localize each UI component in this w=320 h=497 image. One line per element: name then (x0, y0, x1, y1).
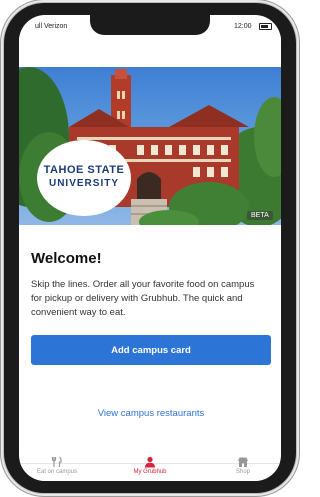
welcome-description: Skip the lines. Order all your favorite … (31, 279, 255, 318)
phone-screen: ull Verizon 12:00 TAHOE STATE UNIVERSITY… (19, 15, 281, 481)
university-logo-line2: UNIVERSITY (48, 178, 119, 189)
tab-shop[interactable]: Shop (213, 456, 273, 481)
fork-knife-icon (51, 456, 62, 467)
top-bar (19, 35, 281, 67)
add-campus-card-button[interactable]: Add campus card (31, 335, 271, 365)
store-icon (238, 457, 248, 467)
view-campus-restaurants-link[interactable]: View campus restaurants (31, 408, 271, 419)
university-logo-line1: TAHOE STATE (43, 164, 125, 176)
beta-badge: BETA (247, 211, 273, 220)
battery-icon (259, 23, 272, 30)
tab-my-grubhub[interactable]: My Grubhub (120, 456, 180, 481)
tab-my-grubhub-label: My Grubhub (133, 469, 167, 475)
tab-shop-label: Shop (235, 469, 250, 475)
clock: 12:00 (234, 23, 252, 30)
carrier-label: ull Verizon (35, 23, 68, 30)
phone-notch (90, 15, 210, 35)
person-icon (145, 456, 155, 468)
welcome-title: Welcome! (31, 250, 102, 267)
tab-eat-on-campus-label: Eat on campus (36, 469, 78, 475)
bottom-tab-bar: Eat on campus My Grubhub Shop (19, 456, 281, 481)
university-logo: TAHOE STATE UNIVERSITY (37, 140, 131, 216)
tab-eat-on-campus[interactable]: Eat on campus (27, 456, 87, 481)
phone-frame: ull Verizon 12:00 TAHOE STATE UNIVERSITY… (4, 3, 296, 493)
